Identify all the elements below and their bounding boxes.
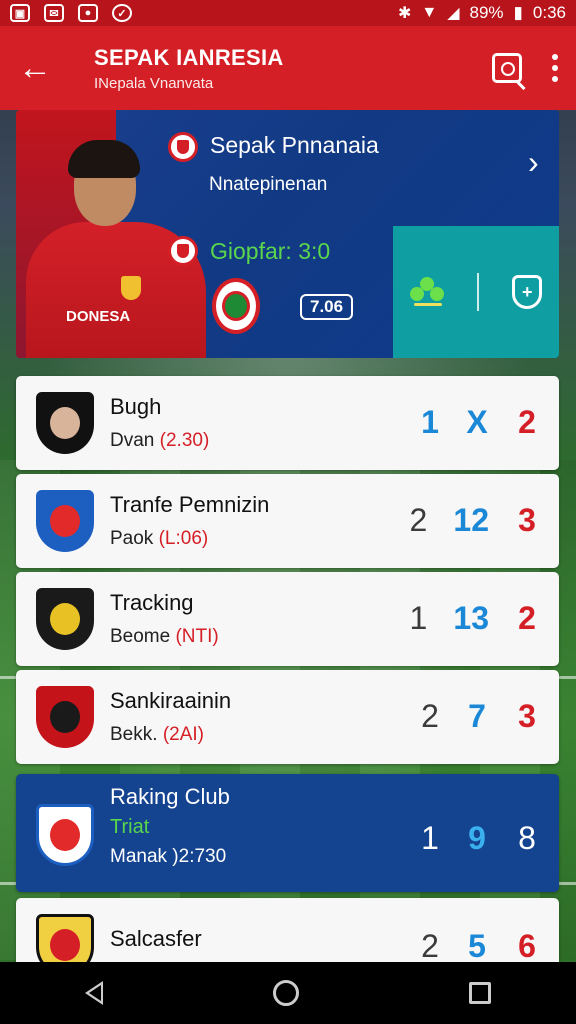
featured-match-card[interactable]: Raking Club Triat Manak )2:730 1 9 8 bbox=[16, 774, 559, 892]
team-logo bbox=[36, 588, 94, 650]
signal-icon: ◢ bbox=[447, 5, 460, 22]
hero-action-panel: + bbox=[393, 226, 559, 358]
app-titles: SEPAK IANRESIA INepala Vnanvata bbox=[94, 45, 284, 92]
match-info: Beome (NTI) bbox=[110, 626, 219, 647]
odds-draw[interactable]: 13 bbox=[453, 600, 489, 637]
player-hair bbox=[68, 140, 140, 178]
odds-draw[interactable]: X bbox=[465, 404, 489, 441]
hero-title: Sepak Pnnanaia bbox=[210, 132, 379, 158]
odds-home[interactable]: 1 bbox=[409, 600, 428, 637]
nav-back-icon[interactable] bbox=[85, 981, 103, 1005]
match-time-badge: 7.06 bbox=[300, 294, 354, 320]
odds-group: 1 13 2 bbox=[409, 600, 539, 637]
odds-draw[interactable]: 12 bbox=[453, 502, 489, 539]
hero-score: Giopfar: 3:0 bbox=[210, 238, 331, 264]
odds-away[interactable]: 2 bbox=[515, 404, 539, 441]
app-notification-icon: ● bbox=[78, 4, 98, 22]
odds-home[interactable]: 1 bbox=[421, 404, 439, 441]
hero-subtitle: Nnatepinenan bbox=[209, 174, 328, 195]
nav-recents-icon[interactable] bbox=[469, 982, 491, 1004]
clock: 0:36 bbox=[532, 3, 566, 22]
bluetooth-icon: ✱ bbox=[397, 5, 412, 22]
team-name: Salcasfer bbox=[110, 926, 202, 951]
check-notification-icon: ✓ bbox=[112, 4, 132, 22]
club-logo bbox=[212, 278, 260, 334]
odds-draw[interactable]: 7 bbox=[465, 698, 489, 735]
team-logo bbox=[36, 804, 94, 866]
shield-plus-icon[interactable]: + bbox=[512, 275, 543, 309]
odds-away[interactable]: 3 bbox=[515, 698, 539, 735]
odds-group: 2 7 3 bbox=[421, 698, 539, 735]
odds-away[interactable]: 2 bbox=[515, 600, 539, 637]
odds-home[interactable]: 2 bbox=[421, 928, 439, 965]
team-logo bbox=[36, 392, 94, 454]
more-vertical-icon[interactable] bbox=[552, 54, 558, 82]
battery-level: 89% bbox=[469, 3, 504, 22]
battery-icon: ▮ bbox=[513, 3, 523, 22]
match-info: Manak )2:730 bbox=[110, 846, 227, 867]
gallery-notification-icon: ▣ bbox=[10, 4, 30, 22]
match-info: Paok (L:06) bbox=[110, 528, 209, 549]
odds-home[interactable]: 1 bbox=[421, 820, 439, 857]
odds-away[interactable]: 8 bbox=[515, 820, 539, 857]
jersey-text: DONESA bbox=[66, 308, 131, 325]
page-subtitle: INepala Vnanvata bbox=[94, 74, 214, 92]
team-name: Raking Club bbox=[110, 784, 230, 809]
odds-away[interactable]: 3 bbox=[515, 502, 539, 539]
team-name: Tracking bbox=[110, 590, 194, 615]
nav-home-icon[interactable] bbox=[273, 980, 299, 1006]
wifi-icon: ▼ bbox=[421, 4, 438, 21]
app-bar: ← SEPAK IANRESIA INepala Vnanvata bbox=[0, 26, 576, 110]
status-bar: ▣ ✉ ● ✓ ✱ ▼ ◢ 89% ▮ 0:36 bbox=[0, 0, 576, 26]
match-card[interactable]: Sankiraainin Bekk. (2AI) 2 7 3 bbox=[16, 670, 559, 764]
team-logo bbox=[36, 686, 94, 748]
club-badge-icon bbox=[168, 132, 198, 162]
featured-hero-card[interactable]: DONESA Sepak Pnnanaia Nnatepinenan › Gio… bbox=[16, 110, 559, 358]
mail-notification-icon: ✉ bbox=[44, 4, 64, 22]
clover-icon[interactable] bbox=[409, 277, 444, 307]
team-name: Bugh bbox=[110, 394, 162, 419]
team-logo bbox=[36, 490, 94, 552]
odds-group: 1 X 2 bbox=[421, 404, 539, 441]
team-name: Sankiraainin bbox=[110, 688, 232, 713]
match-info: Dvan (2.30) bbox=[110, 430, 210, 451]
match-card[interactable]: Tranfe Pemnizin Paok (L:06) 2 12 3 bbox=[16, 474, 559, 568]
search-icon[interactable] bbox=[492, 53, 522, 83]
match-info: Bekk. (2AI) bbox=[110, 724, 204, 745]
chevron-right-icon[interactable]: › bbox=[528, 144, 539, 181]
odds-group: 2 5 6 bbox=[421, 928, 539, 965]
odds-group: 2 12 3 bbox=[409, 502, 539, 539]
odds-draw[interactable]: 9 bbox=[465, 820, 489, 857]
match-card[interactable]: Bugh Dvan (2.30) 1 X 2 bbox=[16, 376, 559, 470]
odds-draw[interactable]: 5 bbox=[465, 928, 489, 965]
odds-group: 1 9 8 bbox=[421, 820, 539, 857]
system-nav-bar bbox=[0, 962, 576, 1024]
jersey-crest bbox=[121, 276, 141, 300]
panel-divider bbox=[476, 273, 479, 311]
match-card[interactable]: Tracking Beome (NTI) 1 13 2 bbox=[16, 572, 559, 666]
page-title: SEPAK IANRESIA bbox=[94, 44, 284, 70]
arrow-left-icon[interactable]: ← bbox=[18, 51, 66, 85]
team-name: Tranfe Pemnizin bbox=[110, 492, 270, 517]
odds-home[interactable]: 2 bbox=[421, 698, 439, 735]
odds-home[interactable]: 2 bbox=[409, 502, 428, 539]
odds-away[interactable]: 6 bbox=[515, 928, 539, 965]
match-tag: Triat bbox=[110, 816, 150, 838]
club-badge-icon bbox=[168, 236, 198, 266]
